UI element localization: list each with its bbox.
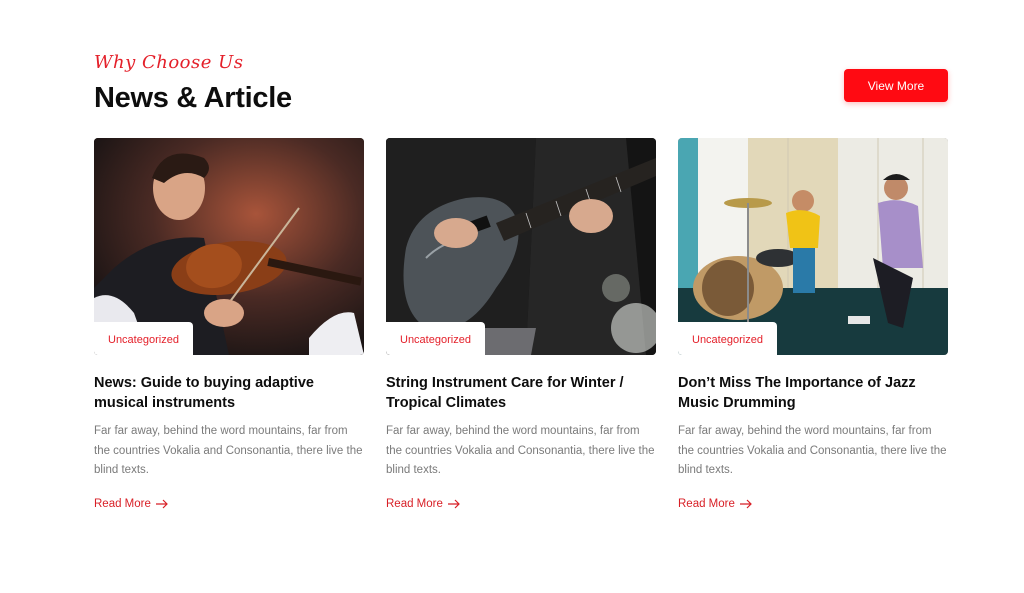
section-eyebrow: Why Choose Us: [94, 52, 244, 73]
read-more-link[interactable]: Read More: [94, 498, 364, 510]
read-more-label: Read More: [678, 497, 735, 510]
drum-lesson-photo[interactable]: Uncategorized: [678, 138, 948, 355]
article-title[interactable]: String Instrument Care for Winter / Trop…: [386, 373, 658, 413]
article-excerpt: Far far away, behind the word mountains,…: [94, 425, 363, 476]
read-more-label: Read More: [386, 497, 443, 510]
category-badge[interactable]: Uncategorized: [678, 322, 777, 355]
arrow-right-icon: [155, 499, 168, 508]
arrow-right-icon: [739, 499, 752, 508]
read-more-link[interactable]: Read More: [678, 498, 948, 510]
category-badge[interactable]: Uncategorized: [94, 322, 193, 355]
read-more-link[interactable]: Read More: [386, 498, 656, 510]
category-badge[interactable]: Uncategorized: [386, 322, 485, 355]
article-title[interactable]: Don’t Miss The Importance of Jazz Music …: [678, 373, 950, 413]
article-excerpt: Far far away, behind the word mountains,…: [386, 425, 655, 476]
article-title[interactable]: News: Guide to buying adaptive musical i…: [94, 373, 366, 413]
section-title: News & Article: [94, 82, 292, 114]
article-excerpt: Far far away, behind the word mountains,…: [678, 425, 947, 476]
article-card[interactable]: Uncategorized News: Guide to buying adap…: [94, 138, 364, 510]
electric-guitar-photo[interactable]: Uncategorized: [386, 138, 656, 355]
read-more-label: Read More: [94, 497, 151, 510]
violinist-photo[interactable]: Uncategorized: [94, 138, 364, 355]
article-card[interactable]: Uncategorized String Instrument Care for…: [386, 138, 656, 510]
arrow-right-icon: [447, 499, 460, 508]
view-more-button[interactable]: View More: [844, 69, 948, 102]
article-card[interactable]: Uncategorized Don’t Miss The Importance …: [678, 138, 948, 510]
